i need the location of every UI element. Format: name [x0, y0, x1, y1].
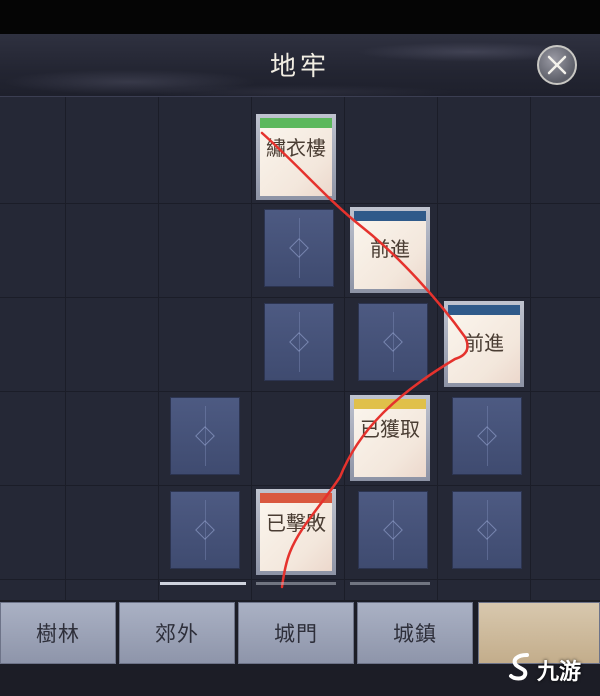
unexplored-tile[interactable]	[358, 491, 428, 569]
grid-line	[0, 485, 600, 486]
card-face: 前進	[448, 305, 520, 383]
tab-label: 郊外	[155, 622, 199, 646]
card-face: 前進	[354, 211, 426, 289]
card-status-strip	[448, 305, 520, 315]
close-button[interactable]	[537, 45, 577, 85]
watermark: 九游	[507, 648, 599, 688]
card-label: 已獲取	[360, 417, 420, 441]
scroll-indicator	[160, 582, 246, 585]
card-advance-2[interactable]: 前進	[444, 301, 524, 387]
unexplored-tile[interactable]	[264, 209, 334, 287]
tab-label: 城門	[274, 622, 318, 646]
card-status-strip	[354, 211, 426, 221]
diamond-icon	[195, 520, 215, 540]
unexplored-tile[interactable]	[358, 303, 428, 381]
grid-line	[0, 297, 600, 298]
tab-label: 樹林	[36, 622, 80, 646]
grid-line	[158, 97, 159, 602]
grid-line	[0, 391, 600, 392]
unexplored-tile[interactable]	[452, 491, 522, 569]
card-status-strip	[260, 493, 332, 503]
diamond-icon	[195, 426, 215, 446]
card-label: 已擊敗	[266, 511, 326, 535]
card-label: 繡衣樓	[266, 136, 326, 160]
grid-line	[344, 97, 345, 602]
diamond-icon	[383, 332, 403, 352]
page-title: 地牢	[269, 52, 330, 82]
card-label: 前進	[464, 331, 504, 355]
unexplored-tile[interactable]	[264, 303, 334, 381]
card-status-strip	[354, 399, 426, 409]
tab-outskirts[interactable]: 郊外	[119, 602, 235, 664]
card-defeated[interactable]: 已擊敗	[256, 489, 336, 575]
title-bar: 地牢	[0, 34, 600, 97]
scroll-indicator	[256, 582, 336, 585]
unexplored-tile[interactable]	[170, 491, 240, 569]
grid-line	[0, 203, 600, 204]
card-xiuyilou[interactable]: 繡衣樓	[256, 114, 336, 200]
card-face: 已獲取	[354, 399, 426, 477]
tab-woods[interactable]: 樹林	[0, 602, 116, 664]
diamond-icon	[383, 520, 403, 540]
unexplored-tile[interactable]	[452, 397, 522, 475]
grid-line	[437, 97, 438, 602]
dungeon-board: 繡衣樓 前進 前進 已獲取 已擊敗	[0, 97, 600, 602]
card-label: 前進	[370, 237, 410, 261]
scroll-indicator	[350, 582, 430, 585]
grid-line	[530, 97, 531, 602]
diamond-icon	[477, 426, 497, 446]
card-status-strip	[260, 118, 332, 128]
diamond-icon	[477, 520, 497, 540]
grid-line	[65, 97, 66, 602]
diamond-icon	[289, 238, 309, 258]
card-face: 已擊敗	[260, 493, 332, 571]
grid-line	[251, 97, 252, 602]
card-face: 繡衣樓	[260, 118, 332, 196]
card-obtained[interactable]: 已獲取	[350, 395, 430, 481]
tab-label: 城鎮	[393, 622, 437, 646]
tab-city-gate[interactable]: 城門	[238, 602, 354, 664]
tab-town[interactable]: 城鎮	[357, 602, 473, 664]
diamond-icon	[289, 332, 309, 352]
card-advance-1[interactable]: 前進	[350, 207, 430, 293]
unexplored-tile[interactable]	[170, 397, 240, 475]
top-letterbox	[0, 0, 600, 34]
watermark-logo-icon	[509, 653, 529, 681]
close-icon	[547, 55, 567, 75]
grid-line	[0, 579, 600, 580]
watermark-text: 九游	[537, 660, 582, 685]
